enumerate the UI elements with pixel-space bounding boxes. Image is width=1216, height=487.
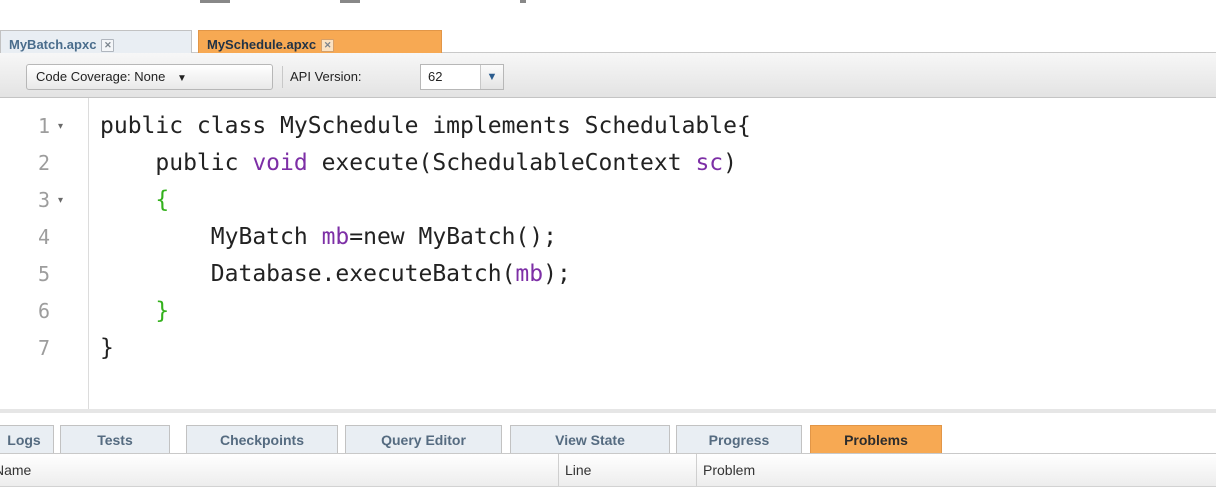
close-icon[interactable]: ✕ xyxy=(321,39,335,53)
top-fragment xyxy=(520,0,526,3)
code-line[interactable]: MyBatch mb=new MyBatch(); xyxy=(100,219,557,256)
line-number: 4 xyxy=(38,225,51,249)
fold-arrow-icon[interactable]: ▾ xyxy=(58,108,63,145)
tab-view-state[interactable]: View State xyxy=(510,425,670,453)
api-version-select[interactable]: 62 ▼ xyxy=(420,64,504,90)
column-header-name[interactable]: Name xyxy=(0,454,558,486)
column-header-problem[interactable]: Problem xyxy=(696,454,1216,486)
code-token: mb xyxy=(515,261,544,287)
code-token: } xyxy=(100,335,114,361)
code-coverage-button[interactable]: Code Coverage: None ▼ xyxy=(26,64,273,90)
line-number: 2 xyxy=(38,151,51,175)
code-token: MyBatch xyxy=(100,224,322,250)
code-token: void xyxy=(252,150,308,176)
line-number: 6 xyxy=(38,299,51,323)
tab-label: MyBatch.apxc xyxy=(9,37,97,52)
tab-query-editor[interactable]: Query Editor xyxy=(345,425,502,453)
file-tab-bar: MyBatch.apxc ✕ MySchedule.apxc ✕ xyxy=(0,8,1216,58)
line-number: 5 xyxy=(38,262,51,286)
code-line[interactable]: Database.executeBatch(mb); xyxy=(100,256,571,293)
line-number: 3 xyxy=(38,188,51,212)
code-line[interactable]: public void execute(SchedulableContext s… xyxy=(100,145,737,182)
tab-progress[interactable]: Progress xyxy=(676,425,802,453)
problems-table-header: Name Line Problem xyxy=(0,454,1216,487)
tab-label: MySchedule.apxc xyxy=(207,37,317,52)
code-token: public xyxy=(100,150,253,176)
tab-tests[interactable]: Tests xyxy=(60,425,170,453)
code-token: } xyxy=(155,298,170,324)
chevron-down-icon[interactable]: ▼ xyxy=(480,65,503,89)
code-line[interactable]: public class MySchedule implements Sched… xyxy=(100,108,751,145)
code-token: { xyxy=(155,187,170,213)
code-token: ) xyxy=(723,150,738,176)
code-coverage-label: Code Coverage: None xyxy=(36,69,166,84)
tab-checkpoints[interactable]: Checkpoints xyxy=(186,425,338,453)
code-token: ); xyxy=(543,261,571,287)
tab-problems[interactable]: Problems xyxy=(810,425,942,453)
toolbar-separator xyxy=(282,66,283,88)
line-number: 7 xyxy=(38,336,51,360)
code-token: public class MySchedule implements Sched… xyxy=(100,113,751,139)
line-gutter: 1 ▾ 2 3 ▾ 4 5 6 7 xyxy=(0,98,89,409)
code-line[interactable]: { xyxy=(100,182,169,219)
code-line[interactable]: } xyxy=(100,293,169,330)
column-header-line[interactable]: Line xyxy=(558,454,696,486)
api-version-label: API Version: xyxy=(290,69,362,84)
panel-tab-bar: Logs Tests Checkpoints Query Editor View Sta… xyxy=(0,413,1216,454)
code-line[interactable]: } xyxy=(100,330,114,367)
code-token: Database.executeBatch( xyxy=(100,261,516,287)
close-icon[interactable]: ✕ xyxy=(101,39,115,53)
code-token: mb xyxy=(321,224,350,250)
code-token: sc xyxy=(695,150,724,176)
top-strip xyxy=(0,0,1216,8)
api-version-value: 62 xyxy=(428,69,443,84)
code-token: =new MyBatch(); xyxy=(349,224,557,250)
tab-logs[interactable]: Logs xyxy=(0,425,54,453)
chevron-down-icon: ▼ xyxy=(176,73,187,84)
fold-arrow-icon[interactable]: ▾ xyxy=(58,182,63,219)
top-fragment xyxy=(340,0,360,3)
code-editor[interactable]: 1 ▾ 2 3 ▾ 4 5 6 7 public class MySchedule implem… xyxy=(0,98,1216,409)
line-number: 1 xyxy=(38,114,51,138)
top-fragment xyxy=(200,0,230,3)
editor-toolbar: Code Coverage: None ▼ API Version: 62 ▼ xyxy=(0,53,1216,98)
code-token: execute(SchedulableContext xyxy=(307,150,696,176)
